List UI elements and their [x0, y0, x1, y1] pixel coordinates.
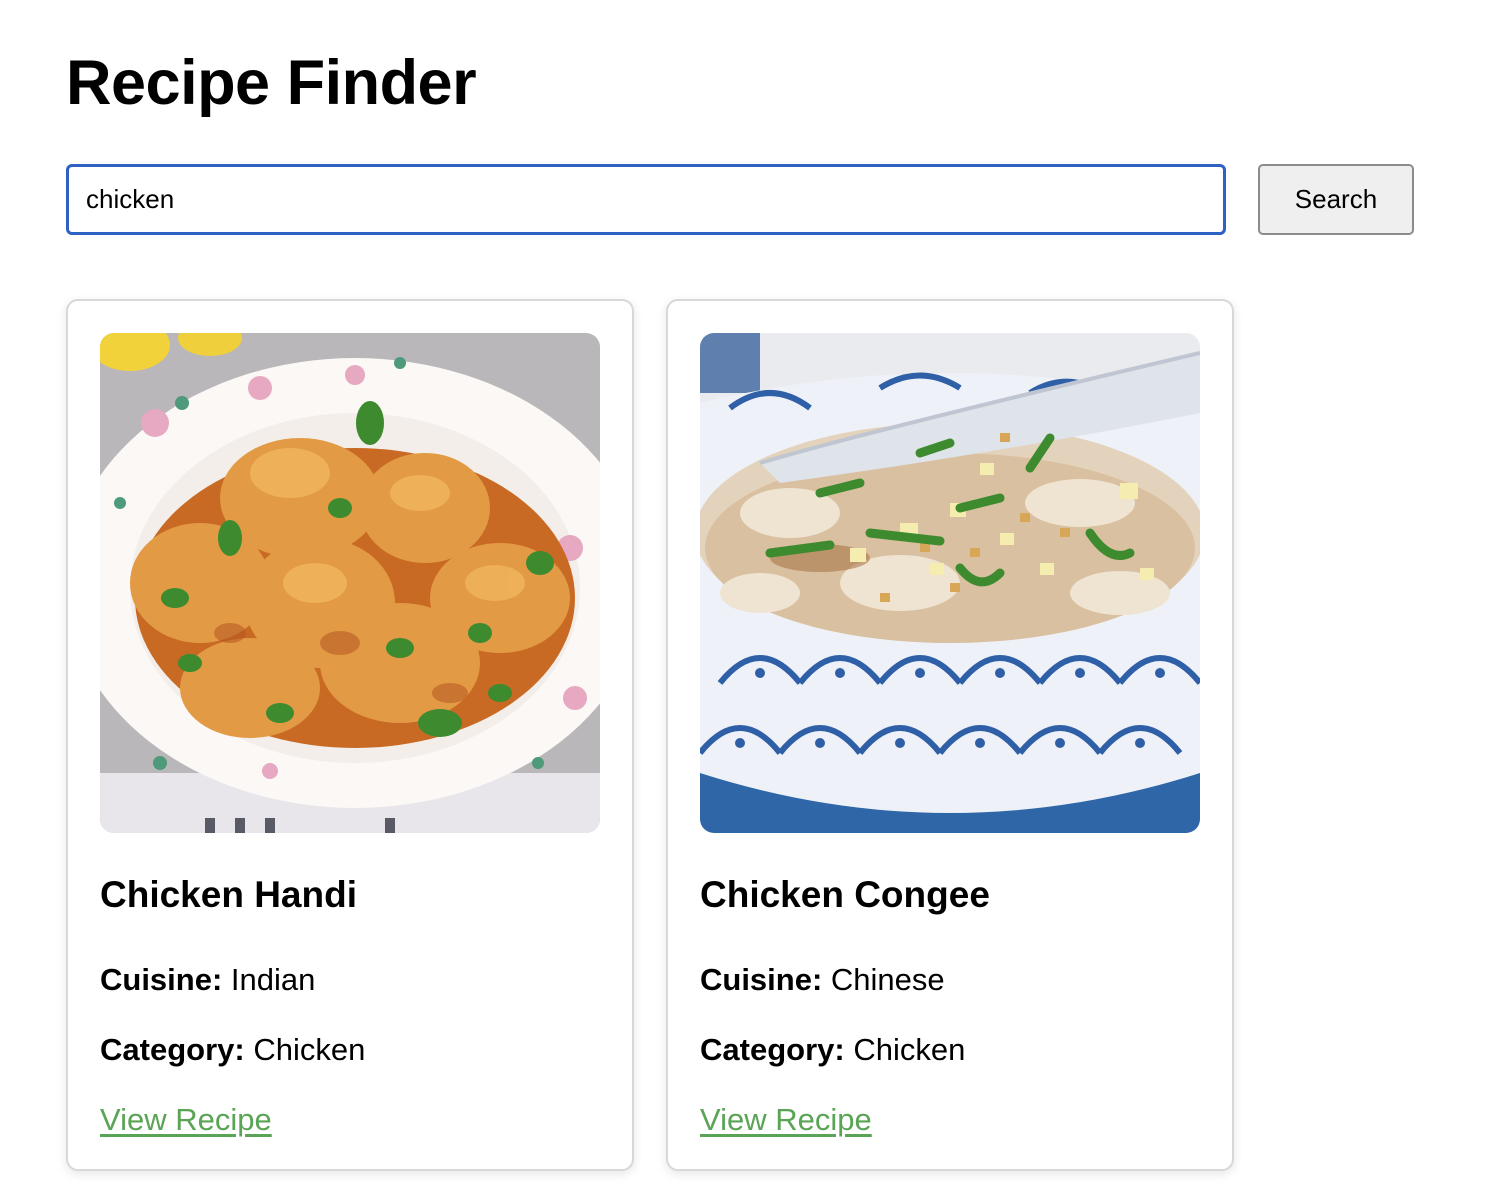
recipe-title: Chicken Congee: [700, 874, 990, 915]
search-button[interactable]: Search: [1258, 164, 1414, 235]
recipe-category: Category: Chicken: [700, 1031, 965, 1068]
view-recipe-link[interactable]: View Recipe: [100, 1101, 272, 1138]
recipe-category: Category: Chicken: [100, 1031, 365, 1068]
page: Recipe Finder Search: [0, 0, 1506, 1198]
category-label: Category:: [100, 1032, 245, 1067]
cuisine-label: Cuisine:: [100, 962, 223, 997]
recipe-image: [700, 333, 1200, 833]
recipe-image: [100, 333, 600, 833]
category-value: Chicken: [253, 1032, 366, 1067]
recipe-title: Chicken Handi: [100, 874, 357, 915]
recipe-cuisine: Cuisine: Chinese: [700, 961, 945, 998]
page-title: Recipe Finder: [66, 48, 477, 118]
recipe-card: Chicken Handi Cuisine: Indian Category: …: [66, 299, 634, 1171]
recipe-card: Chicken Congee Cuisine: Chinese Category…: [666, 299, 1234, 1171]
view-recipe-link[interactable]: View Recipe: [700, 1101, 872, 1138]
search-input[interactable]: [66, 164, 1226, 235]
recipe-cuisine: Cuisine: Indian: [100, 961, 315, 998]
category-label: Category:: [700, 1032, 845, 1067]
category-value: Chicken: [853, 1032, 966, 1067]
cuisine-value: Chinese: [830, 962, 945, 997]
cuisine-value: Indian: [230, 962, 316, 997]
cuisine-label: Cuisine:: [700, 962, 823, 997]
